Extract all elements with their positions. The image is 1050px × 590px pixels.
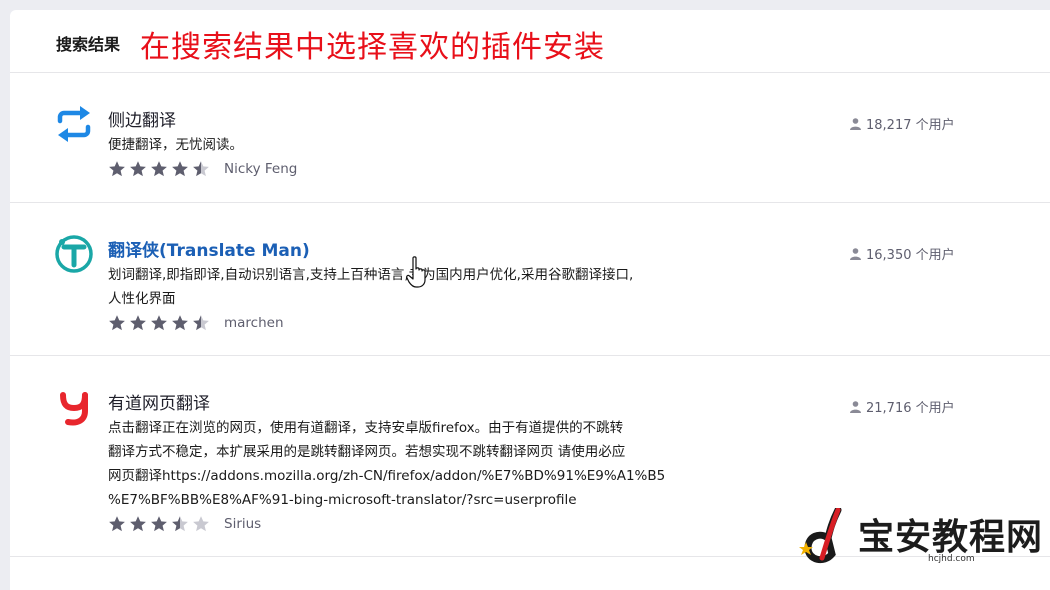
star-icon <box>130 315 146 331</box>
user-count-text: 16,350 个用户 <box>866 248 955 263</box>
star-icon <box>151 516 167 532</box>
user-count-text: 21,716 个用户 <box>866 401 955 416</box>
result-summary: 翻译方式不稳定，本扩展采用的是跳转翻译网页。若想实现不跳转翻译网页 请使用必应 <box>108 444 626 460</box>
watermark-logo-icon <box>799 508 842 564</box>
result-name[interactable]: 有道网页翻译 <box>108 392 728 416</box>
result-author[interactable]: Nicky Feng <box>224 161 297 177</box>
star-icon <box>151 315 167 331</box>
result-meta: Nicky Feng <box>108 159 728 179</box>
result-summary: 便捷翻译，无忧阅读。 <box>108 137 243 153</box>
watermark-text: 宝安教程网 <box>858 516 1044 558</box>
star-rating <box>108 314 210 332</box>
star-icon <box>109 516 125 532</box>
youdao-logo-icon <box>60 392 88 426</box>
user-icon <box>850 247 861 260</box>
result-summary: 人性化界面 <box>108 291 176 307</box>
result-meta: Sirius <box>108 514 728 534</box>
star-icon <box>172 315 188 331</box>
result-body: 有道网页翻译 点击翻译正在浏览的网页，使用有道翻译，支持安卓版firefox。由… <box>108 392 728 534</box>
star-icon <box>109 315 125 331</box>
star-icon <box>151 161 167 177</box>
star-icon <box>130 161 146 177</box>
result-name[interactable]: 侧边翻译 <box>108 109 728 133</box>
user-count: 18,217 个用户 <box>850 114 955 133</box>
hand-cursor-icon <box>406 256 426 288</box>
t-circle-icon <box>55 235 93 273</box>
user-icon <box>850 400 861 413</box>
user-count-text: 18,217 个用户 <box>866 118 955 133</box>
result-item[interactable]: 翻译侠(Translate Man) 划词翻译,即指即译,自动识别语言,支持上百… <box>10 203 1050 356</box>
result-body: 侧边翻译 便捷翻译，无忧阅读。 Nicky Feng <box>108 109 728 179</box>
star-rating <box>108 160 210 178</box>
search-results-card: 搜索结果 在搜索结果中选择喜欢的插件安装 侧边翻译 便捷翻译，无忧阅读。 Nic… <box>10 10 1050 590</box>
result-item[interactable]: 侧边翻译 便捷翻译，无忧阅读。 Nicky Feng 18,217 个用户 <box>10 73 1050 203</box>
star-icon <box>172 161 188 177</box>
swap-arrows-icon <box>57 106 91 142</box>
page-title: 搜索结果 <box>56 35 121 54</box>
star-icon <box>193 315 209 331</box>
result-summary: 网页翻译https://addons.mozilla.org/zh-CN/fir… <box>108 468 666 484</box>
star-icon <box>172 516 188 532</box>
result-summary: %E7%BF%BB%E8%AF%91-bing-microsoft-transl… <box>108 492 577 508</box>
result-author[interactable]: Sirius <box>224 516 261 532</box>
user-icon <box>850 117 861 130</box>
star-icon <box>193 516 209 532</box>
result-summary: 点击翻译正在浏览的网页，使用有道翻译，支持安卓版firefox。由于有道提供的不… <box>108 420 624 436</box>
results-header: 搜索结果 在搜索结果中选择喜欢的插件安装 <box>10 10 1050 73</box>
star-icon <box>193 161 209 177</box>
tutorial-annotation: 在搜索结果中选择喜欢的插件安装 <box>140 30 605 65</box>
result-author[interactable]: marchen <box>224 315 284 331</box>
watermark-url: hcjhd.com <box>928 554 975 564</box>
result-meta: marchen <box>108 313 728 333</box>
star-icon <box>109 161 125 177</box>
user-count: 16,350 个用户 <box>850 244 955 263</box>
star-icon <box>130 516 146 532</box>
star-rating <box>108 515 210 533</box>
site-watermark: 宝安教程网 hcjhd.com <box>798 506 1048 570</box>
user-count: 21,716 个用户 <box>850 397 955 416</box>
